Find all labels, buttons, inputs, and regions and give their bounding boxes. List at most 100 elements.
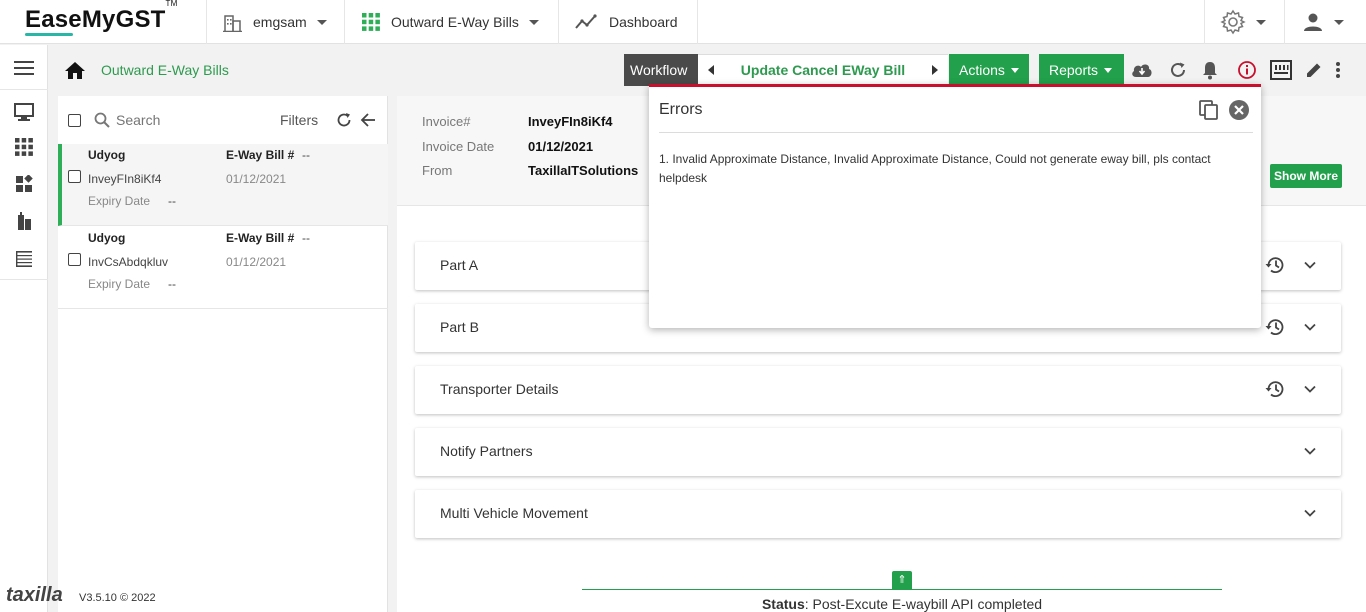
select-all-checkbox[interactable] [68, 114, 81, 127]
home-icon[interactable] [64, 60, 86, 83]
invoice-number: InvCsAbdqkluv [88, 255, 169, 269]
history-icon[interactable] [1265, 317, 1285, 337]
divider [659, 132, 1253, 133]
apps-grid-icon[interactable] [12, 135, 36, 159]
building-icon [223, 15, 242, 32]
trend-chart-icon [575, 14, 597, 29]
row-checkbox[interactable] [68, 253, 81, 266]
show-more-button[interactable]: Show More [1270, 164, 1343, 188]
row-checkbox[interactable] [68, 170, 81, 183]
next-step-icon[interactable] [931, 65, 938, 75]
chevron-down-icon[interactable] [1303, 506, 1317, 520]
eway-bill-value: -- [302, 231, 310, 245]
invoice-date: 01/12/2021 [226, 255, 287, 269]
report-list-icon[interactable] [12, 246, 36, 270]
section-multi-vehicle-movement[interactable]: Multi Vehicle Movement [415, 490, 1341, 538]
section-label: Part A [440, 257, 479, 273]
search-icon [94, 112, 110, 128]
actions-button[interactable]: Actions [949, 54, 1029, 86]
status-expand-icon[interactable]: ⇑ [892, 571, 912, 589]
apps-grid-icon [362, 13, 380, 31]
section-notify-partners[interactable]: Notify Partners [415, 428, 1341, 476]
invoice-list-panel: Filters Udyog E-Way Bill # -- InveyFIn8i… [58, 96, 388, 612]
company-name: emgsam [253, 14, 307, 30]
widgets-icon[interactable] [12, 172, 36, 196]
monitor-icon[interactable] [12, 100, 36, 124]
chevron-down-icon [528, 19, 539, 25]
expiry-label: Expiry Date [88, 277, 151, 291]
refresh-icon[interactable] [1167, 59, 1189, 81]
edit-pencil-icon[interactable] [1303, 59, 1325, 81]
previous-step-icon[interactable] [708, 65, 714, 75]
dashboard-link[interactable]: Dashboard [558, 0, 698, 44]
version-text: V3.5.10 © 2022 [79, 592, 156, 604]
logo-underline [25, 33, 73, 36]
copy-icon[interactable] [1198, 99, 1220, 121]
settings-menu[interactable] [1204, 0, 1284, 44]
module-selector[interactable]: Outward E-Way Bills [344, 0, 558, 44]
invoice-date-value: 01/12/2021 [528, 139, 594, 154]
chevron-down-icon [1104, 67, 1113, 73]
history-icon[interactable] [1265, 379, 1285, 399]
top-navbar: EaseMyGSTTM emgsam Outward E-Way Bills D… [0, 0, 1366, 44]
error-info-icon[interactable] [1236, 59, 1258, 81]
list-item-name: Udyog [88, 231, 126, 245]
invoice-number-value: InveyFIn8iKf4 [528, 114, 613, 129]
expiry-value: -- [168, 277, 176, 291]
building-icon[interactable] [12, 209, 36, 233]
app-logo[interactable]: EaseMyGSTTM [25, 0, 177, 34]
workflow-label: Workflow [624, 54, 698, 86]
gear-icon [1220, 9, 1246, 35]
section-label: Multi Vehicle Movement [440, 505, 588, 521]
invoice-number: InveyFIn8iKf4 [88, 172, 162, 186]
eway-bill-label: E-Way Bill # [226, 231, 295, 245]
company-selector[interactable]: emgsam [206, 0, 344, 44]
list-item[interactable]: Udyog E-Way Bill # -- InveyFIn8iKf4 01/1… [58, 144, 388, 226]
page-title[interactable]: Outward E-Way Bills [101, 62, 229, 78]
menu-icon[interactable] [12, 56, 36, 80]
filters-button[interactable]: Filters [280, 112, 318, 128]
chevron-down-icon[interactable] [1303, 258, 1317, 272]
expiry-value: -- [168, 194, 176, 208]
chevron-down-icon [1334, 19, 1344, 25]
section-transporter-details[interactable]: Transporter Details [415, 366, 1341, 414]
more-vertical-icon[interactable] [1328, 59, 1348, 81]
close-icon[interactable] [1228, 99, 1250, 121]
divider [0, 279, 48, 280]
refresh-icon[interactable] [336, 112, 352, 128]
chevron-down-icon [316, 19, 327, 25]
divider [0, 89, 48, 90]
left-sidebar [0, 45, 48, 612]
errors-popup: Errors 1. Invalid Approximate Distance, … [649, 84, 1261, 328]
status-text: : Post-Excute E-waybill API completed [804, 596, 1043, 612]
reports-button[interactable]: Reports [1039, 54, 1124, 86]
reports-label: Reports [1049, 62, 1099, 78]
cloud-download-icon[interactable] [1131, 59, 1153, 81]
bell-icon[interactable] [1199, 59, 1221, 81]
keyboard-icon[interactable] [1270, 59, 1292, 81]
from-label: From [422, 163, 453, 178]
taxilla-logo: taxilla [6, 584, 63, 606]
expiry-label: Expiry Date [88, 194, 151, 208]
chevron-down-icon[interactable] [1303, 382, 1317, 396]
search-input[interactable] [116, 110, 256, 130]
user-menu[interactable] [1284, 0, 1366, 44]
invoice-number-label: Invoice# [422, 114, 471, 129]
from-value: TaxillaITSolutions [528, 163, 639, 178]
invoice-date: 01/12/2021 [226, 172, 287, 186]
workflow-bar: Workflow Update Cancel EWay Bill [624, 54, 948, 86]
list-item-name: Udyog [88, 148, 126, 162]
error-message: 1. Invalid Approximate Distance, Invalid… [659, 152, 1211, 185]
history-icon[interactable] [1265, 255, 1285, 275]
eway-bill-value: -- [302, 148, 310, 162]
user-icon [1304, 13, 1322, 31]
arrow-left-icon[interactable] [360, 112, 376, 128]
list-item[interactable]: Udyog E-Way Bill # -- InvCsAbdqkluv 01/1… [58, 227, 388, 309]
chevron-down-icon[interactable] [1303, 444, 1317, 458]
chevron-down-icon[interactable] [1303, 320, 1317, 334]
workflow-current-step[interactable]: Update Cancel EWay Bill [741, 62, 905, 78]
list-header: Filters [58, 96, 388, 144]
eway-bill-label: E-Way Bill # [226, 148, 295, 162]
status-bar: Status: Post-Excute E-waybill API comple… [582, 589, 1222, 612]
chevron-down-icon [1010, 67, 1019, 73]
